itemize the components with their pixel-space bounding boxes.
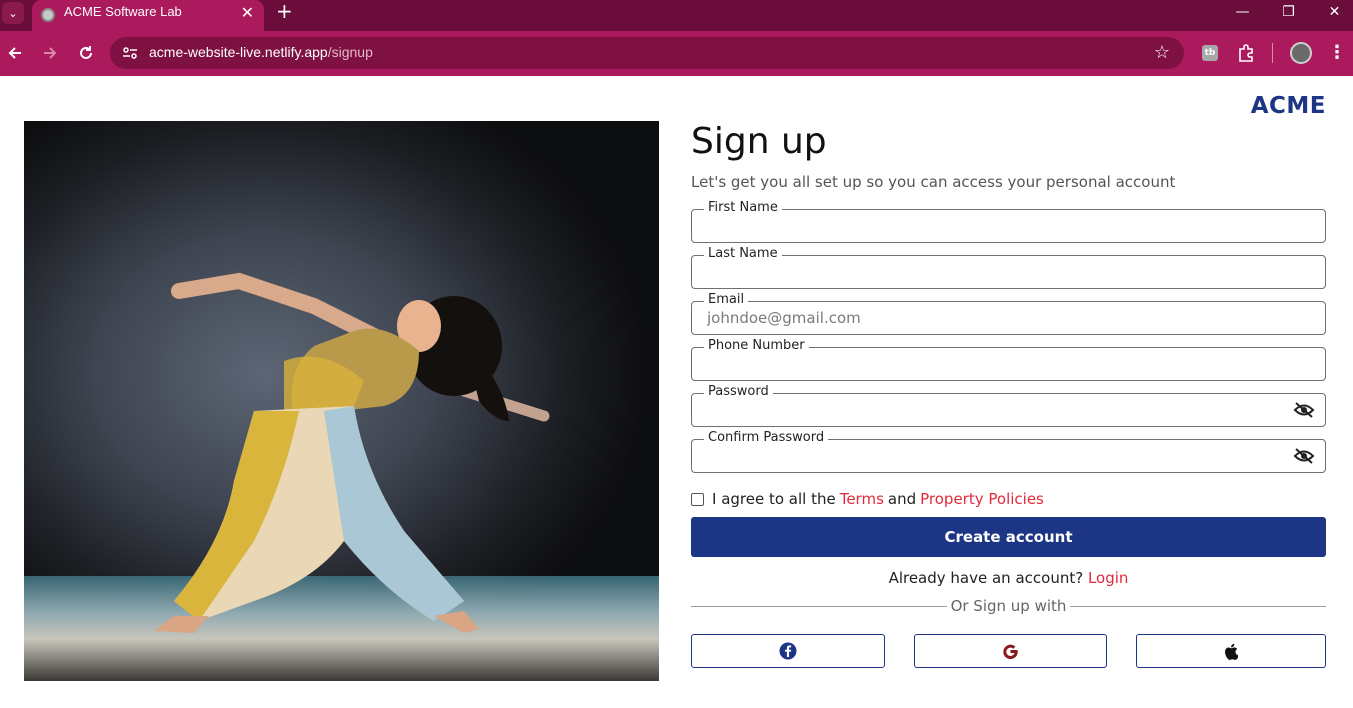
address-bar[interactable]: acme-website-live.netlify.app/signup ☆ [110,37,1184,69]
confirm-password-field[interactable]: Confirm Password [691,430,1326,473]
password-field[interactable]: Password [691,384,1326,427]
apple-icon [1225,643,1238,660]
login-row: Already have an account? Login [691,569,1326,587]
google-icon [1003,644,1018,659]
last-name-label: Last Name [704,246,782,262]
tab-close-icon[interactable]: ✕ [241,4,254,22]
password-label: Password [704,384,773,400]
google-signup-button[interactable] [914,634,1107,668]
terms-prefix: I agree to all the [712,490,836,508]
divider-line-left [691,606,949,607]
login-link[interactable]: Login [1088,569,1128,587]
browser-tab-active[interactable]: ACME Software Lab ✕ [32,0,264,31]
last-name-field[interactable]: Last Name [691,246,1326,289]
extension-icon[interactable]: tb [1199,42,1221,64]
tab-search-button[interactable]: ⌄ [2,2,24,24]
phone-number-input[interactable] [707,355,1287,373]
tab-title: ACME Software Lab [64,4,182,19]
reload-button[interactable] [73,40,99,66]
social-divider: Or Sign up with [691,597,1326,615]
extensions-puzzle-icon[interactable] [1235,42,1257,64]
password-input[interactable] [707,401,1287,419]
first-name-label: First Name [704,200,782,216]
divider-text: Or Sign up with [946,597,1071,615]
create-account-button[interactable]: Create account [691,517,1326,557]
eye-off-icon[interactable] [1293,447,1315,465]
toolbar-separator [1272,43,1273,63]
arrow-left-icon [8,47,21,59]
first-name-field[interactable]: First Name [691,200,1326,243]
minimize-button[interactable]: — [1220,0,1265,24]
profile-avatar[interactable] [1290,42,1312,64]
phone-number-label: Phone Number [704,338,809,354]
facebook-icon [779,642,797,660]
terms-row: I agree to all the Terms and Property Po… [691,489,1048,509]
browser-tab-bar: ⌄ ACME Software Lab ✕ + — ❐ ✕ [0,0,1353,31]
forward-button[interactable] [37,40,63,66]
confirm-password-input[interactable] [707,447,1287,465]
first-name-input[interactable] [707,217,1287,235]
terms-and: and [887,490,917,508]
new-tab-button[interactable]: + [276,1,293,21]
globe-icon [41,8,55,22]
property-policies-link[interactable]: Property Policies [920,490,1044,508]
site-info-icon[interactable] [120,43,140,63]
phone-number-field[interactable]: Phone Number [691,338,1326,381]
eye-off-icon[interactable] [1293,401,1315,419]
url-host: acme-website-live.netlify.app [149,44,328,60]
signup-page: ACME Sign up Let's get you all set up so [0,76,1353,708]
login-prompt: Already have an account? [888,569,1084,587]
url-path: /signup [327,44,373,60]
page-title: Sign up [691,121,827,162]
dancer-photo [24,121,659,681]
restore-button[interactable]: ❐ [1266,0,1311,24]
brand-logo[interactable]: ACME [1251,93,1326,119]
browser-toolbar: acme-website-live.netlify.app/signup ☆ t… [0,31,1353,76]
confirm-password-label: Confirm Password [704,430,829,446]
browser-menu-icon[interactable]: ⋮ [1328,42,1346,63]
reload-icon [80,46,92,59]
close-window-button[interactable]: ✕ [1312,0,1353,24]
email-label: Email [704,292,749,308]
bookmark-star-icon[interactable]: ☆ [1154,42,1170,63]
last-name-input[interactable] [707,263,1287,281]
url-text: acme-website-live.netlify.app/signup [149,44,373,60]
apple-signup-button[interactable] [1136,634,1326,668]
arrow-right-icon [44,47,57,59]
email-field[interactable]: Email [691,292,1326,335]
page-subtitle: Let's get you all set up so you can acce… [691,173,1176,191]
terms-link[interactable]: Terms [840,490,884,508]
email-input[interactable] [707,309,1287,327]
divider-line-right [1068,606,1326,607]
back-button[interactable] [2,40,28,66]
facebook-signup-button[interactable] [691,634,885,668]
terms-checkbox[interactable] [691,492,704,506]
